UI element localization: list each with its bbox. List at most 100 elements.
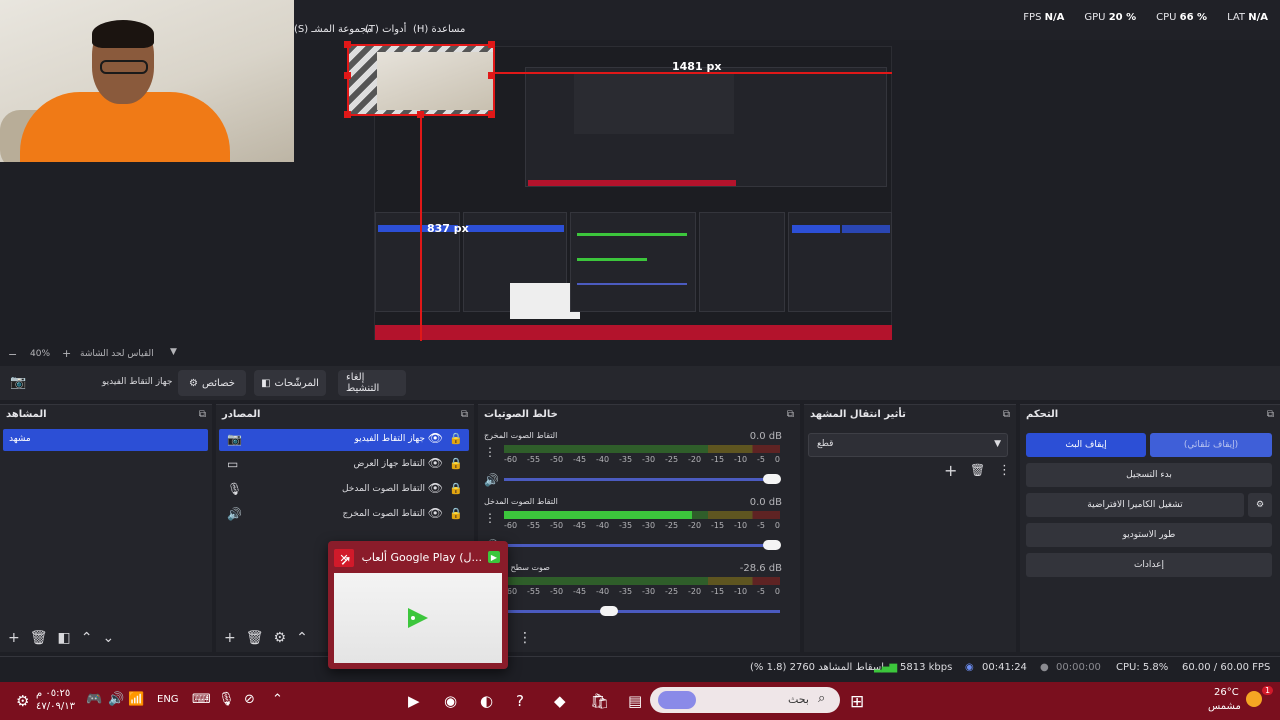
more-options-icon[interactable]: ⋮: [998, 463, 1011, 478]
volume-slider-knob[interactable]: [762, 474, 781, 484]
zoom-dropdown-icon[interactable]: ▼: [170, 347, 177, 357]
resize-handle-tr[interactable]: [488, 41, 495, 48]
weather-desc[interactable]: مشمس: [1208, 701, 1241, 712]
source-item-video-capture[interactable]: 📷 جهاز التقاط الفيديو 👁 🔒: [219, 429, 469, 451]
add-icon[interactable]: +: [944, 461, 957, 480]
weather-temp[interactable]: 26°C: [1214, 687, 1239, 698]
channel-name: التقاط الصوت المخرج: [484, 431, 558, 440]
virtual-camera-button[interactable]: تشغيل الكاميرا الافتراضية: [1026, 493, 1244, 517]
obs-icon[interactable]: ◉: [444, 692, 457, 710]
zoom-out-button[interactable]: −: [8, 348, 17, 361]
dock-float-icon[interactable]: ⧉: [1267, 409, 1274, 420]
app-icon[interactable]: ◆: [554, 692, 566, 710]
store-icon[interactable]: 🛍: [590, 692, 609, 710]
selected-source-bounds[interactable]: [347, 44, 495, 116]
windows-start-icon[interactable]: ⊞: [850, 692, 864, 712]
lock-icon[interactable]: 🔒: [449, 432, 463, 445]
edge-icon[interactable]: ◐: [480, 692, 493, 710]
clock[interactable]: ٠٥:٢٥ م ٤٧/٠٩/١٣: [36, 687, 75, 713]
trash-icon[interactable]: 🗑: [30, 630, 48, 646]
trash-icon[interactable]: 🗑: [970, 463, 985, 477]
language-indicator[interactable]: ENG: [157, 694, 179, 705]
nested-taskbar: [528, 180, 736, 186]
trash-icon[interactable]: 🗑: [246, 630, 264, 646]
chevron-up-icon[interactable]: ⌃: [296, 630, 308, 646]
eye-icon[interactable]: 👁: [428, 481, 443, 495]
taskbar-search[interactable]: بحث ⌕: [650, 687, 840, 713]
source-item-audio-input[interactable]: 🎙 التقاط الصوت المدخل 👁 🔒: [219, 479, 469, 501]
volume-slider[interactable]: [504, 606, 780, 616]
add-icon[interactable]: +: [224, 630, 236, 646]
dock-float-icon[interactable]: ⧉: [1003, 409, 1010, 420]
signal-icon: ▂▄▆: [874, 662, 898, 673]
stop-auto-button[interactable]: (إيقاف تلقائي): [1150, 433, 1272, 457]
nested-preview-window: [525, 67, 887, 187]
google-play-games-taskbar-icon[interactable]: ▶: [408, 692, 420, 710]
filter-icon[interactable]: ◧: [58, 630, 71, 646]
chevron-up-icon[interactable]: ⌃: [81, 630, 93, 646]
chevron-down-icon[interactable]: ⌄: [102, 630, 114, 646]
stop-stream-button[interactable]: إيقاف البث: [1026, 433, 1146, 457]
start-recording-button[interactable]: بدء التسجيل: [1026, 463, 1272, 487]
eye-icon[interactable]: 👁: [428, 506, 443, 520]
microphone-icon[interactable]: 🎙: [218, 692, 235, 707]
properties-button[interactable]: ⚙ خصائص: [178, 370, 246, 396]
volume-icon[interactable]: 🔊: [108, 692, 124, 707]
resize-handle-r[interactable]: [488, 72, 495, 79]
zoom-in-button[interactable]: +: [62, 347, 71, 360]
resize-handle-b[interactable]: [417, 111, 424, 118]
sources-title: المصادر: [222, 409, 261, 420]
scene-item[interactable]: مشهد: [3, 429, 208, 451]
taskbar-preview-popup[interactable]: ✕ ألعاب Google Play (ل... ▶: [328, 541, 508, 669]
eye-icon[interactable]: 👁: [428, 456, 443, 470]
virtual-camera-settings[interactable]: ⚙: [1248, 493, 1272, 517]
deactivate-button[interactable]: إلغاء التنشيط: [338, 370, 406, 396]
keyboard-icon[interactable]: ⌨: [192, 692, 211, 707]
settings-tray-icon[interactable]: ⚙: [16, 692, 29, 710]
source-toolbar: 📷 جهاز التقاط الفيديو ⚙ خصائص ◧ المرشّحات …: [0, 366, 1280, 400]
volume-slider[interactable]: [504, 540, 781, 550]
source-item-audio-output[interactable]: 🔊 التقاط الصوت المخرج 👁 🔒: [219, 504, 469, 526]
volume-slider-knob[interactable]: [762, 540, 781, 550]
studio-mode-button[interactable]: طور الاستوديو: [1026, 523, 1272, 547]
popup-thumbnail[interactable]: [334, 573, 502, 663]
resize-handle-br[interactable]: [488, 111, 495, 118]
more-options-icon[interactable]: ⋮: [484, 511, 496, 525]
menu-scene-collection[interactable]: (S) مجموعة المشـ: [294, 24, 372, 35]
transitions-title: تأثير انتقال المشهد: [810, 409, 906, 420]
menu-tools[interactable]: (T) أدوات: [365, 24, 406, 35]
lock-icon[interactable]: 🔒: [449, 482, 463, 495]
gpu-stat: GPU 20 %: [1084, 12, 1137, 23]
filters-button[interactable]: ◧ المرشّحات: [254, 370, 326, 396]
wifi-icon[interactable]: 📶: [128, 692, 144, 707]
file-explorer-icon[interactable]: ▤: [628, 692, 642, 710]
settings-button[interactable]: إعدادات: [1026, 553, 1272, 577]
eye-icon[interactable]: 👁: [428, 431, 443, 445]
speaker-icon[interactable]: 🔊: [484, 473, 499, 487]
transition-select[interactable]: قطع ▼: [808, 433, 1008, 457]
lock-icon[interactable]: 🔒: [449, 507, 463, 520]
menu-help[interactable]: (H) مساعدة: [413, 24, 465, 35]
volume-slider-knob[interactable]: [599, 606, 618, 616]
dock-float-icon[interactable]: ⧉: [199, 409, 206, 420]
dock-float-icon[interactable]: ⧉: [461, 409, 468, 420]
more-options-icon[interactable]: ⋮: [484, 445, 496, 459]
dock-float-icon[interactable]: ⧉: [787, 409, 794, 420]
camera-icon: 📷: [10, 375, 27, 390]
resize-handle-l[interactable]: [344, 72, 351, 79]
location-off-icon[interactable]: ⊘: [244, 692, 255, 707]
help-icon[interactable]: ?: [516, 692, 524, 710]
source-item-display-capture[interactable]: ▭ التقاط جهاز العرض 👁 🔒: [219, 454, 469, 476]
resize-handle-bl[interactable]: [344, 111, 351, 118]
gear-icon[interactable]: ⚙: [274, 630, 287, 646]
gamepad-icon[interactable]: 🎮: [86, 692, 102, 707]
nested-stop-stream: [792, 225, 840, 233]
filter-icon: ◧: [261, 377, 271, 389]
volume-meter: [504, 577, 780, 585]
add-icon[interactable]: +: [8, 630, 20, 646]
chevron-up-icon[interactable]: ⌃: [272, 692, 283, 707]
resize-handle-tl[interactable]: [344, 41, 351, 48]
lock-icon[interactable]: 🔒: [449, 457, 463, 470]
volume-slider[interactable]: [504, 474, 781, 484]
more-options-icon[interactable]: ⋮: [518, 630, 532, 646]
